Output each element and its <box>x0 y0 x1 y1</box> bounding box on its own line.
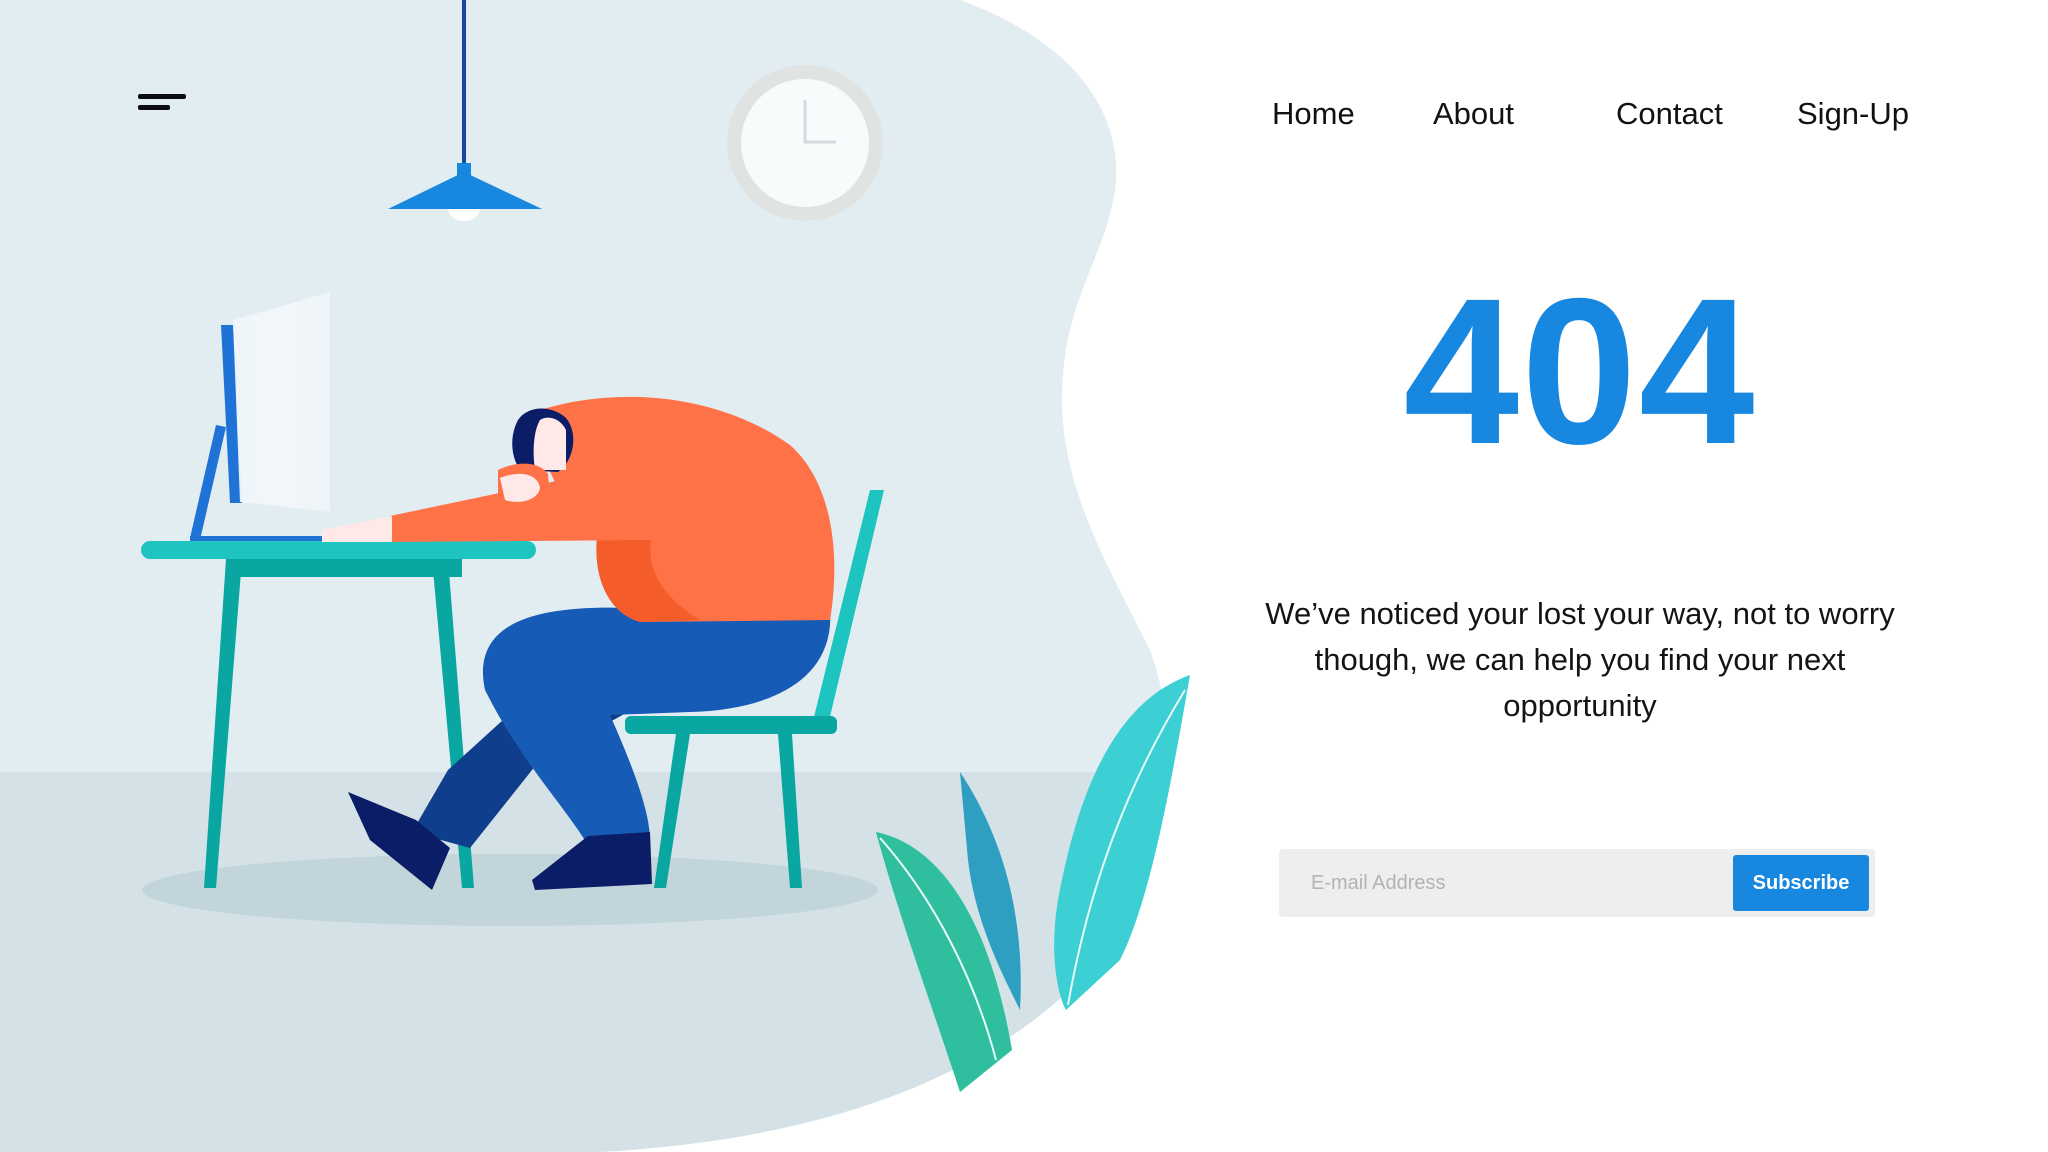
top-navigation: Home About Contact Sign-Up <box>0 92 2048 136</box>
subscribe-button[interactable]: Subscribe <box>1733 855 1869 911</box>
illustration-scene <box>0 0 1190 1152</box>
subscribe-form: Subscribe <box>1279 849 1875 917</box>
nav-link-signup[interactable]: Sign-Up <box>1797 92 1909 136</box>
nav-link-home[interactable]: Home <box>1272 92 1355 136</box>
nav-link-contact[interactable]: Contact <box>1616 92 1723 136</box>
wall-clock <box>727 65 883 221</box>
nav-link-about[interactable]: About <box>1433 92 1514 136</box>
error-code-heading: 404 <box>1403 256 1757 488</box>
email-input[interactable] <box>1293 859 1749 907</box>
floor-shadow <box>142 854 878 926</box>
error-message: We’ve noticed your lost your way, not to… <box>1265 596 1895 723</box>
